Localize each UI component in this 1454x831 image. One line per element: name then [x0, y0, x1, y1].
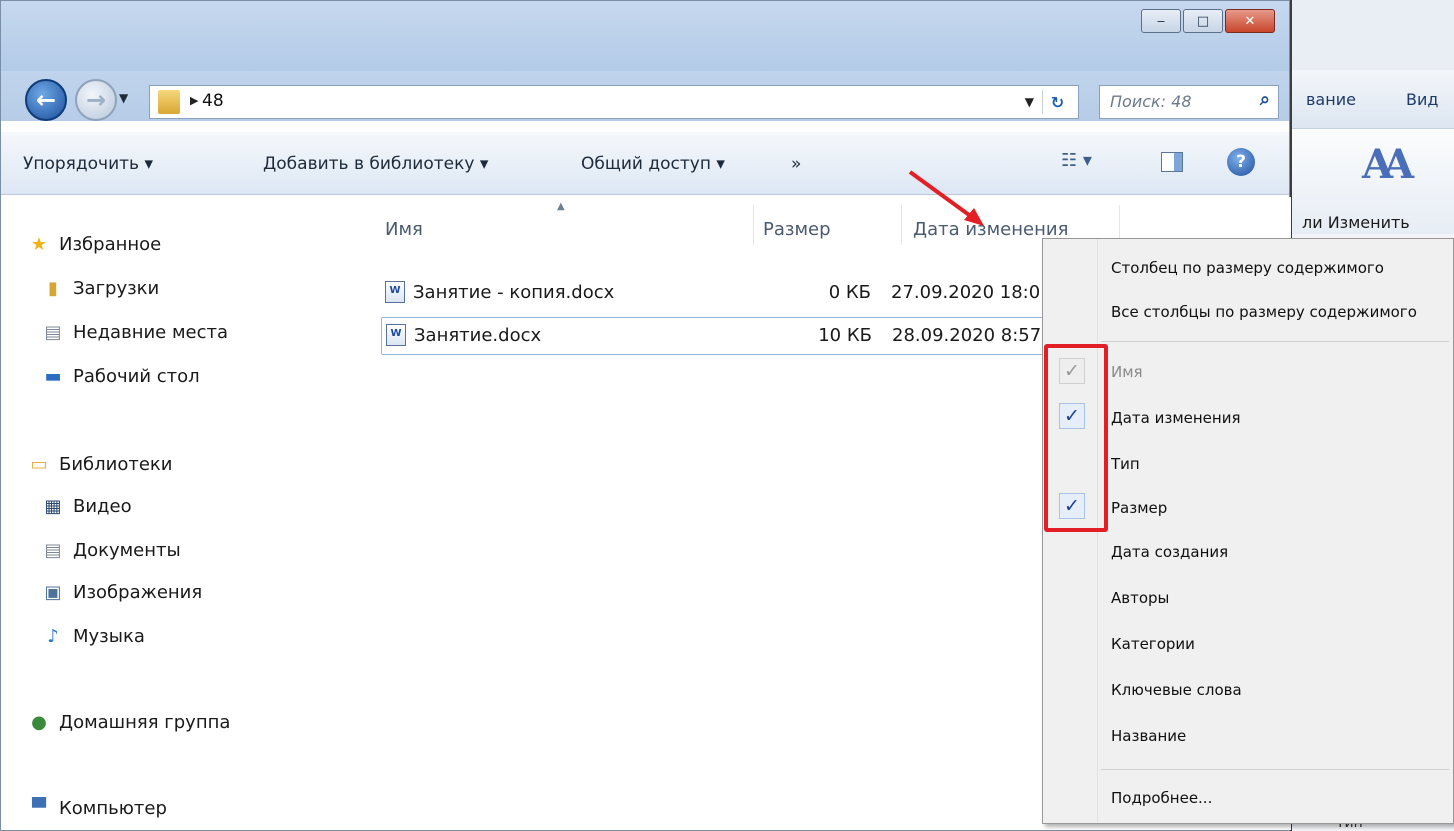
more-commands-button[interactable]: » [791, 154, 801, 174]
libraries-icon: ▭ [30, 453, 48, 475]
menu-item-title[interactable]: Название [1111, 727, 1186, 745]
change-styles-icon[interactable]: AA [1362, 141, 1414, 188]
forward-button[interactable]: → [75, 79, 117, 121]
images-icon: ▣ [44, 581, 62, 603]
ribbon-tabs: вание Вид [1292, 70, 1454, 128]
homegroup-icon: ● [31, 711, 47, 733]
file-date: 27.09.2020 18:0 [891, 282, 1041, 303]
nav-music[interactable]: ♪ Музыка [41, 625, 145, 647]
nav-recent-places[interactable]: ▤ Недавние места [41, 321, 228, 343]
menu-item-more[interactable]: Подробнее... [1111, 789, 1212, 807]
nav-label: Изображения [73, 581, 203, 603]
minimize-button[interactable]: ‒ [1141, 9, 1181, 33]
file-name: Занятие - копия.docx [413, 282, 615, 303]
file-row-selected[interactable]: W Занятие.docx 10 КБ 28.09.2020 8:57 [381, 317, 1091, 355]
search-icon[interactable]: ⌕ [1260, 89, 1270, 110]
menu-separator [1101, 341, 1449, 342]
preview-pane-icon[interactable] [1161, 152, 1183, 172]
back-button[interactable]: ← [25, 79, 67, 121]
recent-places-icon: ▤ [44, 321, 62, 343]
address-dropdown-icon[interactable]: ▼ [1025, 95, 1034, 109]
word-document-icon: W [386, 324, 406, 346]
ribbon-group-label[interactable]: ли Изменить [1302, 213, 1410, 232]
nav-label: Музыка [73, 625, 145, 647]
address-bar[interactable]: ▶ 48 ▼ ↻ [149, 85, 1079, 119]
command-bar: Упорядочить ▾ Добавить в библиотеку ▾ Об… [1, 131, 1289, 195]
search-placeholder: Поиск: 48 [1110, 92, 1192, 111]
sort-ascending-icon: ▲ [557, 201, 565, 212]
annotation-highlight-box [1044, 344, 1108, 532]
organize-button[interactable]: Упорядочить ▾ [23, 154, 153, 174]
menu-item-fit-column[interactable]: Столбец по размеру содержимого [1111, 259, 1384, 277]
computer-icon: ▀ [32, 797, 46, 819]
menu-separator [1101, 769, 1449, 770]
nav-label: Загрузки [73, 277, 160, 299]
file-row[interactable]: W Занятие - копия.docx 0 КБ 27.09.2020 1… [381, 275, 1091, 313]
nav-images[interactable]: ▣ Изображения [41, 581, 202, 603]
menu-item-name: Имя [1111, 363, 1143, 381]
ribbon-tab-partial[interactable]: вание [1306, 90, 1356, 109]
menu-item-type[interactable]: Тип [1111, 455, 1140, 473]
nav-computer[interactable]: ▀ Компьютер [27, 797, 167, 819]
help-icon[interactable]: ? [1227, 148, 1255, 176]
file-date: 28.09.2020 8:57 [892, 325, 1042, 346]
share-button[interactable]: Общий доступ ▾ [581, 154, 725, 174]
file-size: 0 КБ [828, 282, 871, 303]
breadcrumb-current[interactable]: 48 [202, 91, 224, 111]
view-options-icon[interactable]: ☷ ▾ [1061, 150, 1092, 171]
nav-label: Библиотеки [59, 453, 173, 475]
nav-homegroup[interactable]: ● Домашняя группа [27, 711, 230, 733]
menu-item-date-created[interactable]: Дата создания [1111, 543, 1228, 561]
search-input[interactable]: Поиск: 48 ⌕ [1099, 85, 1279, 119]
nav-label: Избранное [59, 233, 162, 255]
refresh-icon[interactable]: ↻ [1042, 90, 1072, 114]
desktop-icon: ▬ [44, 365, 62, 387]
word-document-icon: W [385, 281, 405, 303]
arrow-right-icon: → [85, 86, 107, 114]
annotation-arrow [908, 170, 984, 226]
menu-item-categories[interactable]: Категории [1111, 635, 1195, 653]
file-size: 10 КБ [818, 325, 872, 346]
title-bar: ‒ □ ✕ [1, 1, 1289, 71]
column-divider[interactable] [753, 205, 754, 245]
downloads-folder-icon: ▮ [48, 277, 58, 299]
add-to-library-button[interactable]: Добавить в библиотеку ▾ [263, 154, 488, 174]
caption-buttons: ‒ □ ✕ [1139, 9, 1275, 33]
file-name: Занятие.docx [414, 325, 542, 346]
nav-label: Домашняя группа [59, 711, 231, 733]
menu-item-authors[interactable]: Авторы [1111, 589, 1169, 607]
menu-item-size[interactable]: Размер [1111, 499, 1167, 517]
nav-video[interactable]: ▦ Видео [41, 495, 132, 517]
maximize-button[interactable]: □ [1183, 9, 1223, 33]
nav-desktop[interactable]: ▬ Рабочий стол [41, 365, 200, 387]
column-header-name[interactable]: Имя [385, 219, 423, 240]
nav-downloads[interactable]: ▮ Загрузки [41, 277, 159, 299]
navigation-pane: ★ Избранное ▮ Загрузки ▤ Недавние места … [1, 197, 351, 830]
ribbon-body: AA ли Изменить [1292, 128, 1454, 234]
address-row: ← → ▼ ▶ 48 ▼ ↻ Поиск: 48 ⌕ [1, 71, 1289, 121]
folder-icon [158, 90, 180, 114]
menu-item-date-modified[interactable]: Дата изменения [1111, 409, 1241, 427]
documents-icon: ▤ [44, 539, 62, 561]
music-note-icon: ♪ [47, 625, 59, 647]
video-icon: ▦ [44, 495, 62, 517]
nav-label: Видео [73, 495, 132, 517]
recent-pages-dropdown[interactable]: ▼ [119, 91, 128, 105]
nav-label: Недавние места [73, 321, 229, 343]
nav-favorites[interactable]: ★ Избранное [27, 233, 161, 255]
arrow-left-icon: ← [35, 86, 57, 114]
menu-item-fit-all-columns[interactable]: Все столбцы по размеру содержимого [1111, 303, 1417, 321]
star-icon: ★ [30, 233, 48, 255]
menu-item-keywords[interactable]: Ключевые слова [1111, 681, 1242, 699]
close-button[interactable]: ✕ [1225, 9, 1275, 33]
nav-documents[interactable]: ▤ Документы [41, 539, 181, 561]
ribbon-tab-view-partial[interactable]: Вид [1406, 90, 1438, 109]
column-divider[interactable] [901, 205, 902, 245]
breadcrumb-chevron-icon[interactable]: ▶ [190, 94, 198, 107]
nav-label: Документы [73, 539, 181, 561]
column-header-size[interactable]: Размер [763, 219, 831, 240]
nav-label: Компьютер [59, 797, 167, 819]
nav-libraries[interactable]: ▭ Библиотеки [27, 453, 173, 475]
nav-label: Рабочий стол [73, 365, 200, 387]
